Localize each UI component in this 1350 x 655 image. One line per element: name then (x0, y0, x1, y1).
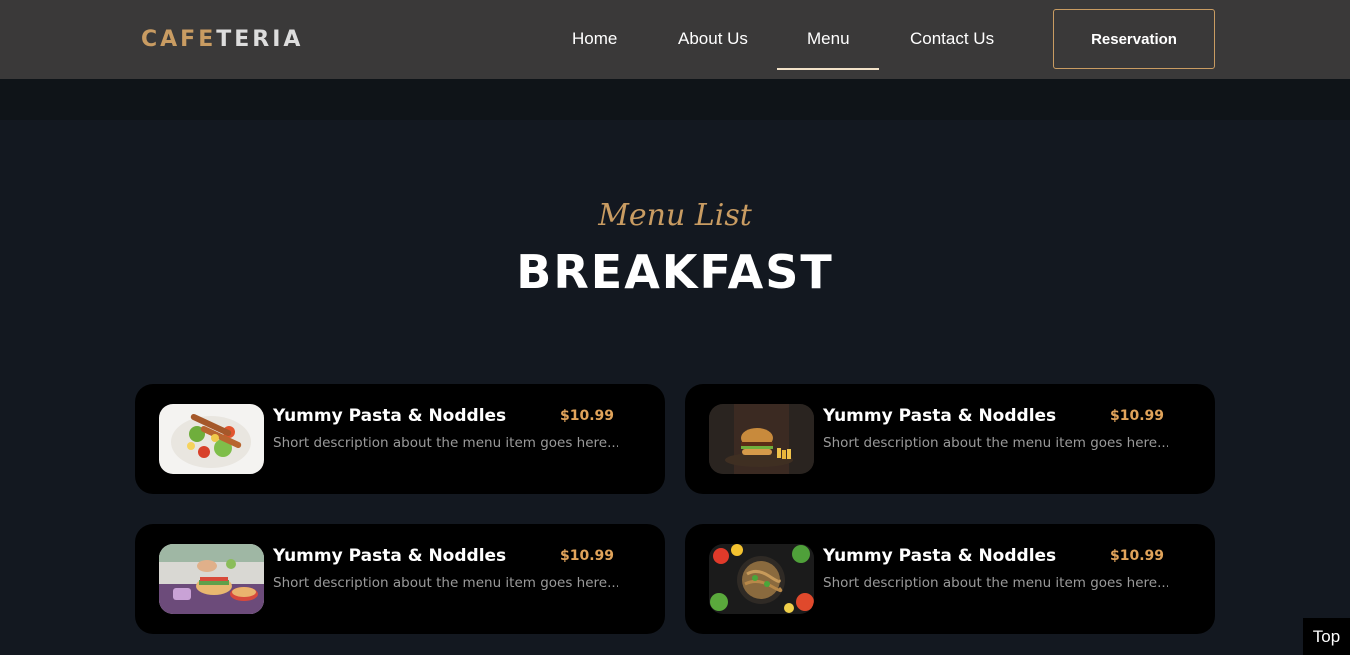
menu-subtitle: Menu List (598, 198, 752, 233)
burger-image (709, 404, 814, 474)
sandwich-prep-image (159, 544, 264, 614)
brand-logo[interactable]: CAFETERIA (141, 27, 303, 53)
menu-title: BREAKFAST (516, 245, 834, 299)
menu-item-price: $10.99 (559, 548, 614, 564)
reservation-button[interactable]: Reservation (1053, 9, 1215, 69)
menu-item-description: Short description about the menu item go… (273, 575, 618, 591)
nav-link-menu[interactable]: Menu (807, 28, 850, 50)
kebab-salad-image (159, 404, 264, 474)
menu-item-price: $10.99 (1109, 408, 1164, 424)
hero-strip (0, 79, 1350, 120)
menu-item-description: Short description about the menu item go… (273, 435, 618, 451)
menu-item-price: $10.99 (559, 408, 614, 424)
logo-rest-text: TERIA (216, 27, 304, 52)
nav-link-contact-us[interactable]: Contact Us (910, 28, 994, 50)
back-to-top-button[interactable]: Top (1303, 618, 1350, 655)
nav-link-home[interactable]: Home (572, 28, 617, 50)
menu-item-card[interactable]: Yummy Pasta & Noddles $10.99 Short descr… (685, 524, 1215, 634)
menu-item-name: Yummy Pasta & Noddles (823, 546, 1057, 566)
menu-item-name: Yummy Pasta & Noddles (273, 546, 507, 566)
menu-item-price: $10.99 (1109, 548, 1164, 564)
menu-item-card[interactable]: Yummy Pasta & Noddles $10.99 Short descr… (685, 384, 1215, 494)
top-navbar: CAFETERIA Home About Us Menu Contact Us … (0, 0, 1350, 79)
noodle-bowl-image (709, 544, 814, 614)
menu-item-name: Yummy Pasta & Noddles (273, 406, 507, 426)
menu-item-description: Short description about the menu item go… (823, 435, 1168, 451)
menu-item-name: Yummy Pasta & Noddles (823, 406, 1057, 426)
menu-item-card[interactable]: Yummy Pasta & Noddles $10.99 Short descr… (135, 384, 665, 494)
active-nav-indicator (777, 68, 879, 70)
nav-link-about-us[interactable]: About Us (678, 28, 748, 50)
logo-accent-text: CAFE (141, 27, 217, 52)
menu-item-card[interactable]: Yummy Pasta & Noddles $10.99 Short descr… (135, 524, 665, 634)
menu-item-description: Short description about the menu item go… (823, 575, 1168, 591)
